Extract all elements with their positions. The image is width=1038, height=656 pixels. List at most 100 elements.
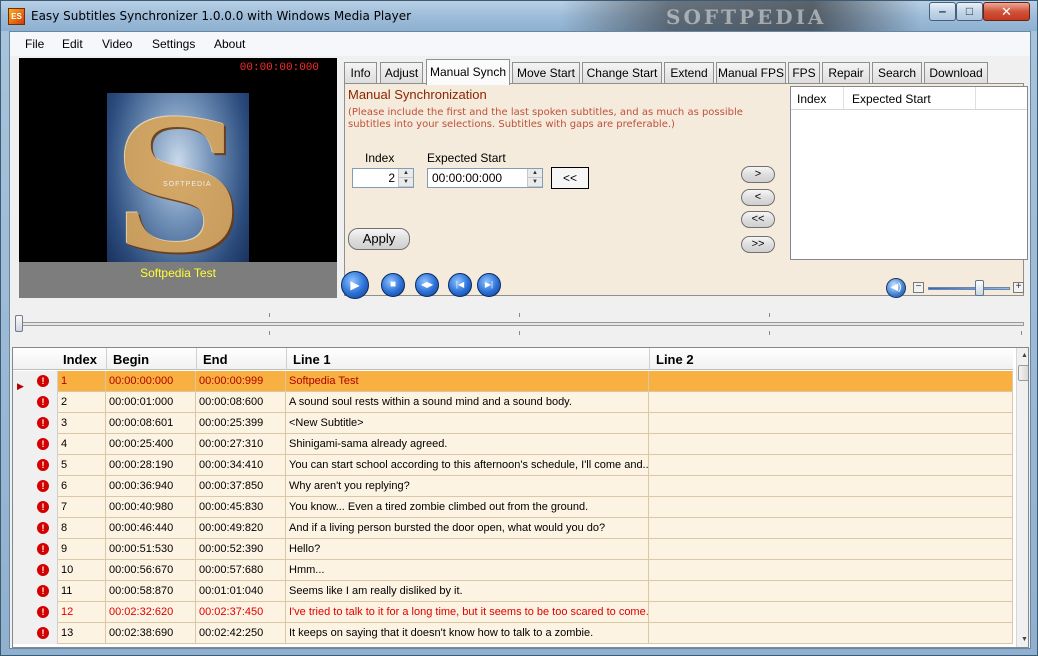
cell-line2[interactable] <box>649 434 1013 455</box>
cell-line2[interactable] <box>649 413 1013 434</box>
volume-icon[interactable]: ◀) <box>886 278 906 298</box>
volume-up-button[interactable]: + <box>1013 282 1024 293</box>
cell-line1[interactable]: Hello? <box>286 539 649 560</box>
index-stepper[interactable]: 2 ▲ ▼ <box>352 168 414 188</box>
cell-end[interactable]: 00:00:45:830 <box>196 497 286 518</box>
cell-line2[interactable] <box>649 560 1013 581</box>
tab-info[interactable]: Info <box>344 62 377 84</box>
cell-end[interactable]: 00:00:27:310 <box>196 434 286 455</box>
table-row[interactable]: ! 2 00:00:01:000 00:00:08:600 A sound soul r… <box>13 392 1013 413</box>
cell-begin[interactable]: 00:00:36:940 <box>106 476 196 497</box>
tab-change-start[interactable]: Change Start <box>582 62 662 84</box>
up-arrow-icon[interactable]: ▲ <box>399 169 413 178</box>
scroll-down-icon[interactable]: ▼ <box>1017 632 1028 647</box>
table-row[interactable]: ! 11 00:00:58:870 00:01:01:040 Seems like I … <box>13 581 1013 602</box>
tab-repair[interactable]: Repair <box>822 62 870 84</box>
cell-index[interactable]: 1 <box>58 371 106 392</box>
cell-end[interactable]: 00:00:37:850 <box>196 476 286 497</box>
cell-begin[interactable]: 00:00:01:000 <box>106 392 196 413</box>
frame-step-icon[interactable]: ◀▶ <box>415 273 439 297</box>
cell-end[interactable]: 00:02:37:450 <box>196 602 286 623</box>
cell-end[interactable]: 00:02:42:250 <box>196 623 286 644</box>
menu-about[interactable]: About <box>214 37 245 51</box>
cell-line2[interactable] <box>649 602 1013 623</box>
seek-bar[interactable] <box>20 322 1024 326</box>
cell-end[interactable]: 00:00:25:399 <box>196 413 286 434</box>
cell-begin[interactable]: 00:00:58:870 <box>106 581 196 602</box>
sync-points-list[interactable]: Index Expected Start <box>790 86 1028 260</box>
tab-extend[interactable]: Extend <box>664 62 714 84</box>
table-row[interactable]: ! 13 00:02:38:690 00:02:42:250 It keeps on s… <box>13 623 1013 644</box>
cell-index[interactable]: 8 <box>58 518 106 539</box>
col-begin-header[interactable]: Begin <box>113 352 149 367</box>
cell-begin[interactable]: 00:00:25:400 <box>106 434 196 455</box>
table-row[interactable]: ! 12 00:02:32:620 00:02:37:450 I've tried to… <box>13 602 1013 623</box>
menu-edit[interactable]: Edit <box>62 37 83 51</box>
cell-end[interactable]: 00:00:34:410 <box>196 455 286 476</box>
table-row[interactable]: ! 9 00:00:51:530 00:00:52:390 Hello? <box>13 539 1013 560</box>
cell-line2[interactable] <box>649 392 1013 413</box>
cell-line2[interactable] <box>649 455 1013 476</box>
app-icon[interactable]: ES <box>8 8 25 25</box>
table-row[interactable]: ! 6 00:00:36:940 00:00:37:850 Why aren't you… <box>13 476 1013 497</box>
subtitle-grid[interactable]: Index Begin End Line 1 Line 2 ▶! 1 00:00:0… <box>12 347 1029 648</box>
scroll-thumb[interactable] <box>1018 365 1028 381</box>
minimize-button[interactable]: ‒ <box>929 2 956 21</box>
table-row[interactable]: ! 7 00:00:40:980 00:00:45:830 You know... Ev… <box>13 497 1013 518</box>
cell-line2[interactable] <box>649 476 1013 497</box>
move-left-button[interactable]: < <box>741 189 775 206</box>
title-bar[interactable]: ES Easy Subtitles Synchronizer 1.0.0.0 w… <box>1 1 1037 31</box>
col-end-header[interactable]: End <box>203 352 228 367</box>
volume-slider-thumb[interactable] <box>974 280 984 296</box>
cell-index[interactable]: 2 <box>58 392 106 413</box>
copy-time-button[interactable]: << <box>551 167 589 189</box>
cell-end[interactable]: 00:00:57:680 <box>196 560 286 581</box>
cell-line1[interactable]: Why aren't you replying? <box>286 476 649 497</box>
cell-line1[interactable]: A sound soul rests within a sound mind a… <box>286 392 649 413</box>
cell-line1[interactable]: Seems like I am really disliked by it. <box>286 581 649 602</box>
cell-line2[interactable] <box>649 518 1013 539</box>
cell-end[interactable]: 00:00:52:390 <box>196 539 286 560</box>
cell-begin[interactable]: 00:02:38:690 <box>106 623 196 644</box>
cell-index[interactable]: 5 <box>58 455 106 476</box>
cell-index[interactable]: 4 <box>58 434 106 455</box>
cell-line1[interactable]: Shinigami-sama already agreed. <box>286 434 649 455</box>
video-player[interactable]: 00:00:00:000 S SOFTPEDIA Softpedia Test <box>19 58 337 298</box>
cell-index[interactable]: 7 <box>58 497 106 518</box>
cell-begin[interactable]: 00:00:46:440 <box>106 518 196 539</box>
play-icon[interactable]: ▶ <box>341 271 369 299</box>
tab-fps[interactable]: FPS <box>788 62 820 84</box>
down-arrow-icon[interactable]: ▼ <box>528 178 542 187</box>
col-line2-header[interactable]: Line 2 <box>656 352 694 367</box>
cell-line1[interactable]: <New Subtitle> <box>286 413 649 434</box>
seek-thumb[interactable] <box>15 315 23 332</box>
cell-index[interactable]: 9 <box>58 539 106 560</box>
cell-index[interactable]: 10 <box>58 560 106 581</box>
cell-index[interactable]: 12 <box>58 602 106 623</box>
tab-move-start[interactable]: Move Start <box>512 62 580 84</box>
cell-line2[interactable] <box>649 371 1013 392</box>
cell-line2[interactable] <box>649 623 1013 644</box>
cell-begin[interactable]: 00:00:00:000 <box>106 371 196 392</box>
tab-manual-synch[interactable]: Manual Synch <box>426 59 510 85</box>
tab-adjust[interactable]: Adjust <box>380 62 423 84</box>
cell-end[interactable]: 00:00:49:820 <box>196 518 286 539</box>
table-row[interactable]: ! 5 00:00:28:190 00:00:34:410 You can start … <box>13 455 1013 476</box>
menu-file[interactable]: File <box>25 37 44 51</box>
tab-download[interactable]: Download <box>924 62 988 84</box>
col-index-header[interactable]: Index <box>63 352 97 367</box>
tab-manual-fps[interactable]: Manual FPS <box>716 62 786 84</box>
cell-line1[interactable]: You can start school according to this a… <box>286 455 649 476</box>
cell-line1[interactable]: Softpedia Test <box>286 371 649 392</box>
cell-index[interactable]: 3 <box>58 413 106 434</box>
move-all-right-button[interactable]: >> <box>741 236 775 253</box>
down-arrow-icon[interactable]: ▼ <box>399 178 413 187</box>
menu-settings[interactable]: Settings <box>152 37 195 51</box>
table-row[interactable]: ! 10 00:00:56:670 00:00:57:680 Hmm... <box>13 560 1013 581</box>
move-right-button[interactable]: > <box>741 166 775 183</box>
cell-line1[interactable]: I've tried to talk to it for a long time… <box>286 602 649 623</box>
cell-end[interactable]: 00:00:00:999 <box>196 371 286 392</box>
cell-begin[interactable]: 00:00:40:980 <box>106 497 196 518</box>
col-line1-header[interactable]: Line 1 <box>293 352 331 367</box>
cell-begin[interactable]: 00:00:56:670 <box>106 560 196 581</box>
